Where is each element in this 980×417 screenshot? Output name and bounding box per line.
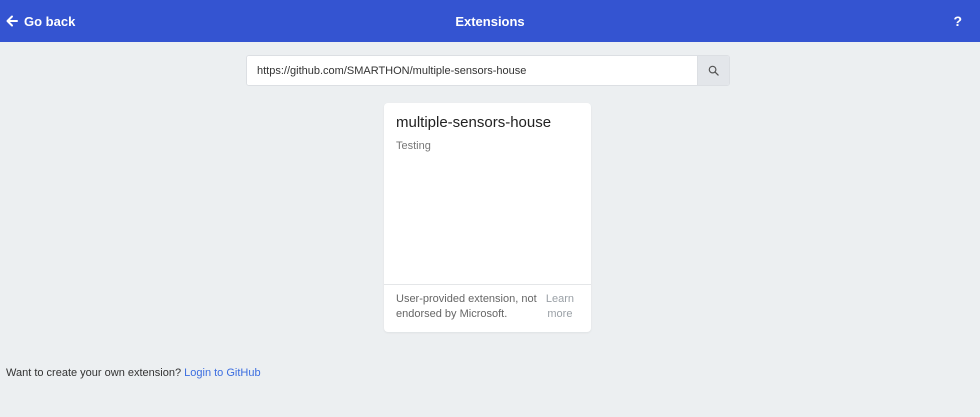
extension-card[interactable]: multiple-sensors-house Testing User-prov… xyxy=(384,103,591,332)
search-bar xyxy=(246,55,730,86)
page-title: Extensions xyxy=(455,13,525,29)
login-github-link[interactable]: Login to GitHub xyxy=(184,367,260,379)
header-bar: Go back Extensions ? xyxy=(0,0,980,42)
extension-description: Testing xyxy=(396,140,431,152)
extension-name: multiple-sensors-house xyxy=(396,114,552,131)
create-extension-prompt: Want to create your own extension? Login… xyxy=(6,367,261,379)
search-input[interactable] xyxy=(247,56,697,85)
learn-more-link[interactable]: Learn more xyxy=(545,292,575,322)
extension-disclaimer: User-provided extension, not endorsed by… xyxy=(396,293,537,320)
help-button[interactable]: ? xyxy=(953,0,962,42)
search-button[interactable] xyxy=(697,56,729,85)
search-icon xyxy=(708,65,719,76)
card-footer: User-provided extension, not endorsed by… xyxy=(384,284,591,332)
create-extension-text: Want to create your own extension? xyxy=(6,367,182,379)
